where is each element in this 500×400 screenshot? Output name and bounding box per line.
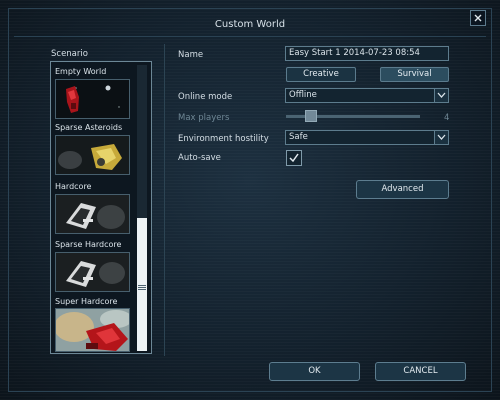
scenario-item-label: Hardcore	[55, 182, 92, 191]
max-players-slider-handle[interactable]	[305, 110, 317, 122]
checkmark-icon	[289, 153, 299, 163]
scenario-item-label: Sparse Hardcore	[55, 240, 122, 249]
scenario-list[interactable]: Empty World Sparse Asteroids Hardcore Sp…	[50, 61, 152, 354]
dialog-title: Custom World	[214, 19, 286, 30]
chevron-down-icon	[434, 89, 448, 102]
scenario-thumbnail	[55, 308, 130, 352]
creative-mode-button[interactable]: Creative	[286, 67, 356, 82]
header-divider	[14, 36, 486, 37]
environment-hostility-label: Environment hostility	[178, 134, 269, 144]
close-icon	[474, 14, 482, 22]
max-players-value: 4	[444, 113, 450, 123]
scenario-thumbnail	[55, 135, 130, 175]
scenario-item-label: Super Hardcore	[55, 297, 118, 306]
scenario-thumbnail	[55, 194, 130, 234]
survival-mode-button[interactable]: Survival	[380, 67, 449, 82]
online-mode-select[interactable]: Offline	[285, 88, 449, 103]
scenario-heading: Scenario	[51, 49, 88, 59]
autosave-label: Auto-save	[178, 153, 221, 163]
chevron-down-icon	[434, 131, 448, 144]
world-name-input[interactable]: Easy Start 1 2014-07-23 08:54	[285, 46, 449, 61]
online-mode-label: Online mode	[178, 92, 233, 102]
close-button[interactable]	[470, 10, 486, 26]
panel-divider	[164, 44, 165, 356]
cancel-button[interactable]: CANCEL	[375, 362, 466, 381]
scenario-thumbnail	[55, 252, 130, 292]
advanced-button[interactable]: Advanced	[356, 180, 449, 199]
environment-hostility-select[interactable]: Safe	[285, 130, 449, 145]
scenario-item-label: Empty World	[55, 67, 107, 76]
name-label: Name	[178, 50, 204, 60]
max-players-label: Max players	[178, 113, 230, 123]
scenario-item-label: Sparse Asteroids	[55, 123, 123, 132]
online-mode-value: Offline	[289, 90, 317, 100]
scenario-thumbnail	[55, 79, 130, 119]
ok-button[interactable]: OK	[269, 362, 360, 381]
environment-hostility-value: Safe	[289, 132, 308, 142]
autosave-checkbox[interactable]	[286, 150, 302, 166]
scrollbar-grip-icon	[137, 284, 147, 292]
